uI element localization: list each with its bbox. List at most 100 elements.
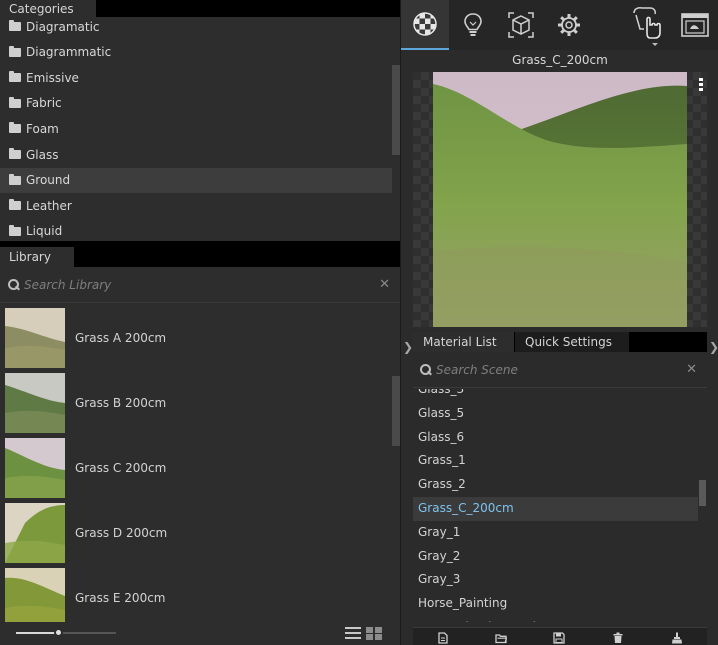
preview-title: Grass_C_200cm	[512, 53, 608, 67]
material-editor-button[interactable]	[401, 0, 449, 50]
folder-icon	[9, 199, 21, 211]
folder-icon	[9, 224, 21, 236]
category-label: Foam	[26, 121, 59, 136]
material-thumbnail	[5, 503, 65, 563]
material-list-item[interactable]: Horse_Painting	[413, 592, 698, 616]
folder-icon	[9, 122, 21, 134]
material-list-item[interactable]: Glass_6	[413, 426, 698, 450]
category-item[interactable]: Glass	[0, 142, 392, 167]
category-label: Diagramatic	[26, 19, 100, 34]
category-label: Liquid	[26, 224, 63, 239]
render-window-icon	[681, 13, 709, 37]
material-list: Glass_3 Glass_5 Glass_6 Grass_1 Grass_2 Grass…	[413, 389, 698, 622]
library-item-label: Grass A 200cm	[75, 331, 167, 345]
category-label: Leather	[26, 198, 72, 213]
categories-scrollbar[interactable]	[392, 65, 400, 155]
library-item-label: Grass E 200cm	[75, 591, 166, 605]
material-footer	[413, 627, 707, 645]
settings-button[interactable]	[545, 0, 593, 50]
category-label: Diagrammatic	[26, 45, 112, 60]
geometry-button[interactable]	[497, 0, 545, 50]
chevron-left-icon[interactable]: ❯	[403, 340, 413, 354]
library-footer	[0, 622, 400, 645]
material-list-item[interactable]: Gray_3	[413, 568, 698, 592]
grid-view-icon[interactable]	[366, 627, 382, 640]
category-label: Glass	[26, 147, 59, 162]
slider-handle[interactable]	[54, 628, 63, 637]
toolbar	[401, 0, 718, 50]
material-list-scrollbar[interactable]	[699, 480, 706, 506]
library-list: Grass A 200cm Grass B 200cm Grass C 200cm G…	[0, 304, 392, 622]
folder-icon	[9, 96, 21, 108]
material-list-item[interactable]: Grass_1	[413, 449, 698, 473]
lights-button[interactable]	[449, 0, 497, 50]
material-thumbnail	[5, 568, 65, 622]
material-thumbnail	[5, 373, 65, 433]
clear-search-icon[interactable]: ✕	[379, 277, 390, 292]
library-item[interactable]: Grass D 200cm	[0, 499, 392, 564]
material-list-item[interactable]: Glass_5	[413, 402, 698, 426]
library-item[interactable]: Grass C 200cm	[0, 434, 392, 499]
material-ball-icon	[413, 12, 437, 36]
scene-search-input[interactable]	[436, 362, 676, 377]
search-icon	[420, 364, 431, 375]
left-panel: Categories Diagramatic Diagrammatic Emissi…	[0, 0, 400, 645]
preview-menu-icon[interactable]	[699, 78, 703, 92]
lightbulb-icon	[464, 13, 482, 36]
thumbnail-size-slider[interactable]	[16, 628, 116, 637]
tab-quick-settings[interactable]: Quick Settings	[515, 332, 629, 352]
library-search: ✕	[0, 267, 400, 303]
categories-list: Diagramatic Diagrammatic Emissive Fabric Foa…	[0, 17, 392, 242]
library-search-input[interactable]	[24, 277, 354, 292]
material-preview	[413, 72, 707, 327]
category-item[interactable]: Emissive	[0, 65, 392, 90]
library-item-label: Grass D 200cm	[75, 526, 168, 540]
interactive-render-button[interactable]	[623, 0, 671, 50]
library-item[interactable]: Grass E 200cm	[0, 564, 392, 622]
save-icon[interactable]	[553, 632, 565, 644]
category-item[interactable]: Diagrammatic	[0, 40, 392, 65]
render-hand-icon	[633, 7, 661, 46]
tab-material-list[interactable]: Material List	[413, 332, 514, 352]
scene-search: ✕	[413, 352, 707, 388]
material-list-item[interactable]: Grass_2	[413, 473, 698, 497]
category-item[interactable]: Leather	[0, 193, 392, 218]
category-label: Emissive	[26, 70, 79, 85]
categories-tabbar: Categories	[0, 0, 400, 17]
library-item[interactable]: Grass B 200cm	[0, 369, 392, 434]
delete-icon[interactable]	[612, 632, 624, 644]
material-list-item[interactable]: Glass_3	[413, 389, 698, 402]
cube-icon	[508, 12, 534, 38]
library-item-label: Grass B 200cm	[75, 396, 167, 410]
render-window-button[interactable]	[671, 0, 718, 50]
material-thumbnail	[5, 438, 65, 498]
open-folder-icon[interactable]	[495, 632, 507, 644]
material-tabbar: Material List Quick Settings	[413, 332, 707, 352]
chevron-right-icon[interactable]: ❯	[709, 340, 718, 354]
category-label: Ground	[26, 173, 71, 188]
category-item[interactable]: Fabric	[0, 91, 392, 116]
folder-icon	[9, 173, 21, 185]
material-list-item[interactable]: Grass_C_200cm	[413, 497, 698, 521]
new-material-icon[interactable]	[437, 632, 449, 644]
library-tab[interactable]: Library	[0, 247, 74, 267]
clear-search-icon[interactable]: ✕	[686, 362, 697, 377]
material-list-item[interactable]: Gray_2	[413, 545, 698, 569]
library-item[interactable]: Grass A 200cm	[0, 304, 392, 369]
categories-tab[interactable]: Categories	[0, 0, 96, 17]
category-item[interactable]: Foam	[0, 116, 392, 141]
category-item[interactable]: Diagramatic	[0, 17, 392, 39]
material-list-item[interactable]: Lamp_Aluminum_Blurry_1	[413, 616, 698, 622]
clean-brush-icon[interactable]	[671, 632, 683, 644]
gear-icon	[558, 14, 580, 36]
library-item-label: Grass C 200cm	[75, 461, 167, 475]
library-scrollbar[interactable]	[392, 376, 400, 446]
category-label: Fabric	[26, 96, 62, 111]
category-item[interactable]: Ground	[0, 167, 392, 193]
list-view-icon[interactable]	[345, 627, 361, 639]
library-tabbar: Library	[0, 241, 400, 267]
category-item[interactable]: Liquid	[0, 219, 392, 242]
right-panel: Grass_C_200cm ❯ ❯ Material List Quick Se…	[400, 0, 718, 645]
folder-icon	[9, 71, 21, 83]
material-list-item[interactable]: Gray_1	[413, 521, 698, 545]
